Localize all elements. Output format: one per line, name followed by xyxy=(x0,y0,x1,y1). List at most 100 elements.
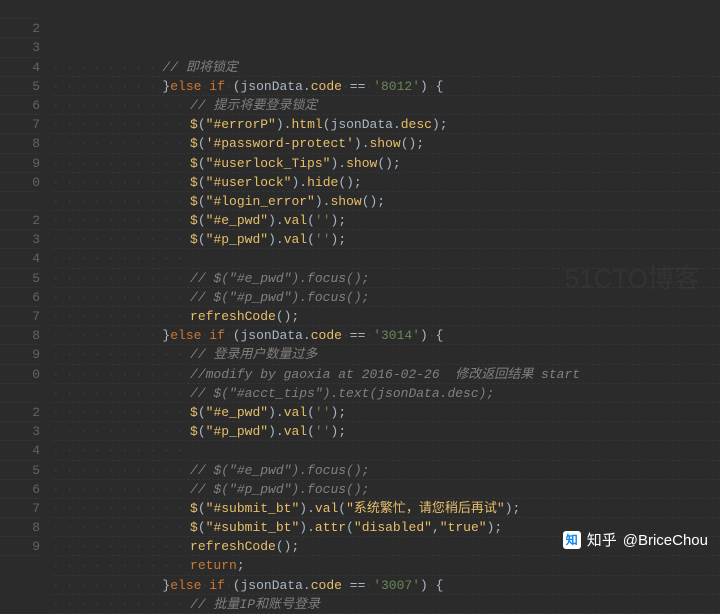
token-pn: ); xyxy=(331,424,347,439)
token-dol: $ xyxy=(190,213,198,228)
code-line[interactable]: ··········$("#submit_bt").val("系统繁忙，请您稍后… xyxy=(52,499,720,518)
line-number: 3 xyxy=(0,230,40,249)
indent-guide: ·········· xyxy=(52,597,190,612)
indent-guide: ·········· xyxy=(52,539,190,554)
token-pn: { xyxy=(436,578,444,593)
token-dol: $ xyxy=(190,405,198,420)
token-dol: $ xyxy=(190,117,198,132)
token-pn: ); xyxy=(331,405,347,420)
indent-guide: ·········· xyxy=(52,463,190,478)
code-line[interactable]: ··········return; xyxy=(52,556,720,575)
token-call: refreshCode xyxy=(190,539,276,554)
line-number: 0 xyxy=(0,173,40,192)
token-strO: "#login_error" xyxy=(206,194,315,209)
token-ws: · xyxy=(342,578,350,593)
token-pn: (); xyxy=(276,309,299,324)
token-strO: "#e_pwd" xyxy=(206,405,268,420)
code-line[interactable]: ········}else·if·(jsonData.code·==·'3007… xyxy=(52,576,720,595)
indent-guide: ·········· xyxy=(52,213,190,228)
code-line[interactable]: ·········· xyxy=(52,249,720,268)
indent-guide: ·········· xyxy=(52,558,190,573)
token-ws: · xyxy=(428,578,436,593)
token-str: '' xyxy=(315,213,331,228)
token-pn: , xyxy=(432,520,440,535)
code-line[interactable]: ········// 即将锁定 xyxy=(52,58,720,77)
token-pn: ); xyxy=(487,520,503,535)
token-pn: ( xyxy=(323,117,331,132)
token-strO: '#password-protect' xyxy=(206,136,354,151)
token-str: '8012' xyxy=(373,79,420,94)
code-line[interactable]: ··········$("#p_pwd").val(''); xyxy=(52,230,720,249)
code-line[interactable]: ··········refreshCode(); xyxy=(52,307,720,326)
token-kw: else xyxy=(170,328,201,343)
token-call: val xyxy=(284,405,307,420)
code-line[interactable]: ··········$("#login_error").show(); xyxy=(52,192,720,211)
token-pn: ; xyxy=(237,558,245,573)
code-area[interactable]: 51CTO博客 ········// 即将锁定········}else·if·… xyxy=(48,0,720,558)
indent-guide: ·········· xyxy=(52,232,190,247)
line-number: 5 xyxy=(0,461,40,480)
token-strO: "#submit_bt" xyxy=(206,520,300,535)
token-pn: ( xyxy=(198,520,206,535)
token-pn: ( xyxy=(307,232,315,247)
code-line[interactable]: ········}else·if·(jsonData.code·==·'3014… xyxy=(52,326,720,345)
code-line[interactable]: ··········$("#p_pwd").val(''); xyxy=(52,422,720,441)
code-line[interactable]: ··········// 登录用户数量过多 xyxy=(52,345,720,364)
code-line[interactable]: ··········// 批量IP和账号登录 xyxy=(52,595,720,614)
indent-guide: ·········· xyxy=(52,501,190,516)
code-line[interactable]: ·········· xyxy=(52,441,720,460)
code-line[interactable]: ········}else·if·(jsonData.code·==·'8012… xyxy=(52,77,720,96)
token-pn: ) xyxy=(299,501,307,516)
token-pn: . xyxy=(393,117,401,132)
code-line[interactable]: ··········// $("#e_pwd").focus(); xyxy=(52,269,720,288)
token-dol: $ xyxy=(190,175,198,190)
token-ws: · xyxy=(225,79,233,94)
indent-guide: ·········· xyxy=(52,443,190,458)
token-pn: ); xyxy=(432,117,448,132)
code-line[interactable]: ··········// $("#acct_tips").text(jsonDa… xyxy=(52,384,720,403)
token-kw: if xyxy=(209,578,225,593)
token-str: '3007' xyxy=(373,578,420,593)
code-line[interactable]: ··········// $("#e_pwd").focus(); xyxy=(52,461,720,480)
code-line[interactable]: ··········// $("#p_pwd").focus(); xyxy=(52,288,720,307)
code-line[interactable]: ··········// 提示将要登录锁定 xyxy=(52,96,720,115)
line-number: 6 xyxy=(0,288,40,307)
code-line[interactable]: ··········$("#e_pwd").val(''); xyxy=(52,403,720,422)
code-line[interactable]: ··········$("#e_pwd").val(''); xyxy=(52,211,720,230)
line-number: 5 xyxy=(0,269,40,288)
indent-guide: ·········· xyxy=(52,98,190,113)
token-pn: ( xyxy=(198,424,206,439)
token-prop: code xyxy=(311,79,342,94)
code-line[interactable]: ··········//modify by gaoxia at 2016-02-… xyxy=(52,365,720,384)
token-kw: if xyxy=(209,328,225,343)
indent-guide: ·········· xyxy=(52,386,190,401)
token-pn: ( xyxy=(198,136,206,151)
code-line[interactable]: ··········// $("#p_pwd").focus(); xyxy=(52,480,720,499)
code-editor[interactable]: 23456789023456789023456789 51CTO博客 ·····… xyxy=(0,0,720,558)
token-pn: ) xyxy=(299,520,307,535)
token-pn: ) xyxy=(268,213,276,228)
line-number: 7 xyxy=(0,307,40,326)
indent-guide: ·········· xyxy=(52,156,190,171)
token-cmt: // 登录用户数量过多 xyxy=(190,347,317,362)
indent-guide: ·········· xyxy=(52,347,190,362)
code-line[interactable]: ··········$("#userlock_Tips").show(); xyxy=(52,154,720,173)
code-line[interactable]: ··········$("#errorP").html(jsonData.des… xyxy=(52,115,720,134)
token-v: jsonData xyxy=(241,578,303,593)
token-pn: . xyxy=(276,405,284,420)
line-number: 9 xyxy=(0,537,40,556)
token-pn: ) xyxy=(268,424,276,439)
code-line[interactable]: ··········$('#password-protect').show(); xyxy=(52,134,720,153)
line-number: 4 xyxy=(0,441,40,460)
token-pn: ( xyxy=(198,156,206,171)
token-dol: $ xyxy=(190,501,198,516)
token-pn: . xyxy=(362,136,370,151)
indent-guide: ········ xyxy=(52,79,162,94)
code-line[interactable]: ··········$("#userlock").hide(); xyxy=(52,173,720,192)
token-pn: ( xyxy=(198,213,206,228)
line-number: 9 xyxy=(0,345,40,364)
token-v: jsonData xyxy=(241,79,303,94)
token-pn: ( xyxy=(307,424,315,439)
token-pn: ( xyxy=(198,194,206,209)
token-str: '3014' xyxy=(373,328,420,343)
